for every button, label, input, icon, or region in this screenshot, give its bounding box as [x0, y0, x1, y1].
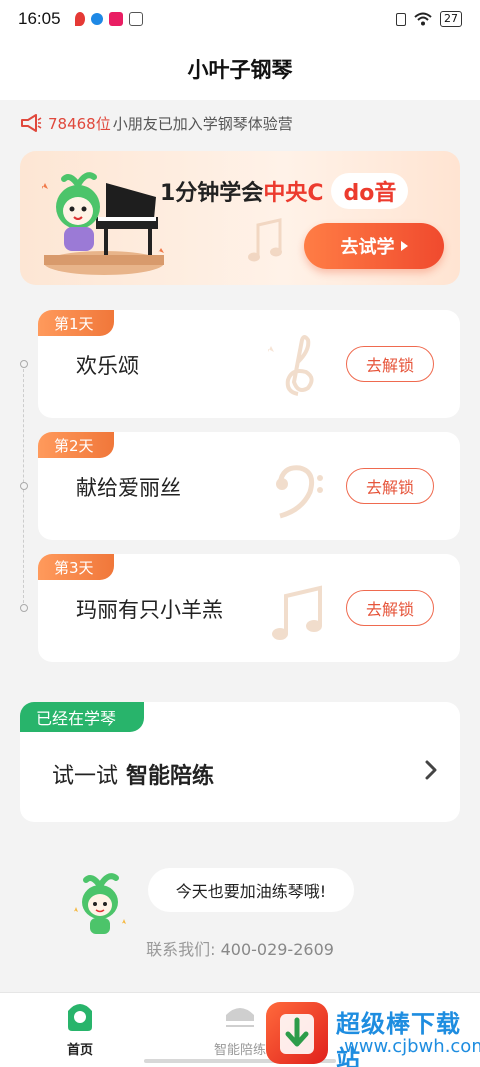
- promo-title-highlight: 中央C: [263, 181, 324, 206]
- day-tag: 第1天: [38, 310, 114, 336]
- chevron-right-icon: [425, 760, 437, 780]
- bass-clef-icon: [276, 465, 323, 519]
- paw-icon: [90, 13, 103, 25]
- joined-banner: 78468位 小朋友已加入学钢琴体验营: [20, 110, 293, 136]
- timeline-dot: [20, 360, 28, 368]
- home-icon: [68, 1004, 92, 1031]
- watermark: 超级棒下载站 www.cjbwh.com: [262, 998, 480, 1067]
- watermark-logo: [266, 1002, 328, 1064]
- lesson-card-day1[interactable]: 第1天 欢乐颂 去解锁: [38, 310, 460, 418]
- notification-icons: [74, 12, 143, 26]
- download-arrow-icon: [280, 1014, 314, 1054]
- practice-icon: [226, 1008, 254, 1027]
- unlock-button[interactable]: 去解锁: [346, 346, 434, 382]
- watermark-url: www.cjbwh.com: [344, 1036, 480, 1057]
- status-right: 27: [396, 11, 462, 27]
- promo-title-prefix: 1分钟学会: [160, 181, 264, 206]
- day-tag: 第3天: [38, 554, 114, 580]
- practice-label: 试一试 智能陪练: [52, 758, 214, 790]
- promo-title: 1分钟学会 中央C do音: [160, 173, 409, 209]
- map-pin-icon: [74, 12, 85, 26]
- megaphone-icon: [21, 114, 42, 132]
- tab-home[interactable]: 首页: [20, 993, 140, 1067]
- contact-label: 联系我们:: [146, 940, 216, 959]
- no-sim-icon: [396, 12, 406, 26]
- lesson-card-day3[interactable]: 第3天 玛丽有只小羊羔 去解锁: [38, 554, 460, 662]
- encourage-bubble: 今天也要加油练琴哦!: [148, 868, 354, 912]
- promo-title-pill: do音: [331, 173, 409, 209]
- app-icon: [108, 12, 123, 26]
- music-note-icon: [272, 585, 322, 640]
- tab-home-label: 首页: [66, 1043, 93, 1058]
- joined-text: 小朋友已加入学钢琴体验营: [112, 114, 293, 133]
- practice-label-bold: 智能陪练: [126, 764, 215, 789]
- try-learn-label: 去试学: [340, 237, 395, 258]
- battery-icon: 27: [440, 11, 462, 27]
- timeline-dot: [20, 482, 28, 490]
- page-title: 小叶子钢琴: [0, 38, 480, 100]
- lesson-name: 欢乐颂: [76, 354, 139, 378]
- practice-tag: 已经在学琴: [20, 702, 144, 732]
- status-time: 16:05: [18, 9, 61, 28]
- try-learn-button[interactable]: 去试学: [304, 223, 444, 269]
- lesson-card-day2[interactable]: 第2天 献给爱丽丝 去解锁: [38, 432, 460, 540]
- play-icon: [128, 12, 143, 26]
- contact-line: 联系我们: 400-029-2609: [0, 936, 480, 960]
- play-triangle-icon: [400, 241, 408, 251]
- timeline-dot: [20, 604, 28, 612]
- mascot-icon: [74, 873, 126, 934]
- tab-smart-practice-label: 智能陪练: [213, 1043, 266, 1058]
- smart-practice-card[interactable]: 已经在学琴 试一试 智能陪练: [20, 702, 460, 822]
- lesson-name: 玛丽有只小羊羔: [76, 598, 223, 622]
- music-note-icon: [248, 218, 282, 262]
- lesson-name: 献给爱丽丝: [76, 476, 181, 500]
- unlock-button[interactable]: 去解锁: [346, 468, 434, 504]
- joined-count: 78468位: [48, 114, 111, 133]
- trial-promo-card[interactable]: 1分钟学会 中央C do音 去试学: [20, 151, 460, 285]
- practice-label-prefix: 试一试: [52, 764, 119, 789]
- mascot-piano-illustration: [42, 172, 164, 275]
- treble-clef-icon: [268, 335, 314, 396]
- status-bar: 16:05 27: [0, 0, 480, 38]
- unlock-button[interactable]: 去解锁: [346, 590, 434, 626]
- contact-phone[interactable]: 400-029-2609: [221, 940, 334, 959]
- wifi-icon: [414, 12, 432, 26]
- day-tag: 第2天: [38, 432, 114, 458]
